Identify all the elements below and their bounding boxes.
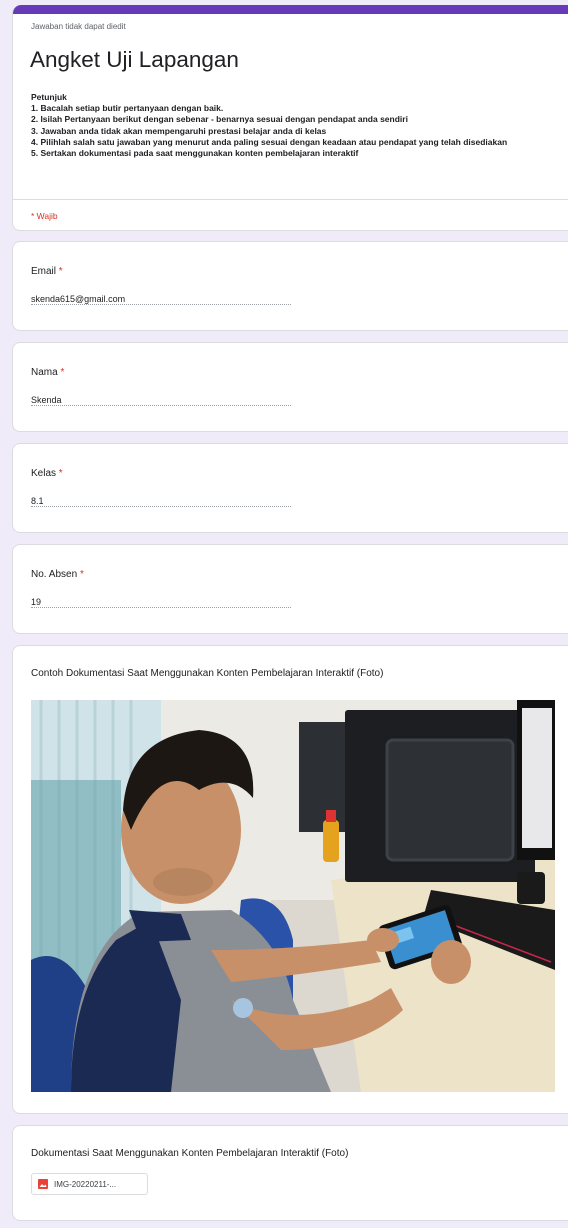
instruction-5: 5. Sertakan dokumentasi pada saat menggu… bbox=[31, 148, 359, 159]
required-asterisk: * bbox=[58, 468, 63, 479]
question-kelas: Kelas * 8.1 bbox=[12, 443, 568, 533]
form-header-card: Jawaban tidak dapat diedit Angket Uji La… bbox=[12, 5, 568, 231]
field-underline bbox=[31, 304, 291, 305]
email-field[interactable]: skenda615@gmail.com bbox=[31, 294, 125, 304]
attendance-number-field[interactable]: 19 bbox=[31, 597, 41, 607]
instruction-4: 4. Pilihlah salah satu jawaban yang menu… bbox=[31, 136, 508, 147]
question-label: No. Absen bbox=[31, 569, 78, 580]
question-nama: Nama * Skenda bbox=[12, 342, 568, 432]
description-title: Petunjuk bbox=[31, 92, 67, 102]
example-photo-label: Contoh Dokumentasi Saat Menggunakan Kont… bbox=[31, 668, 384, 679]
divider bbox=[13, 199, 568, 200]
class-field[interactable]: 8.1 bbox=[31, 496, 44, 506]
no-edit-notice: Jawaban tidak dapat diedit bbox=[31, 22, 126, 31]
uploaded-file-name: IMG-20220211-... bbox=[54, 1179, 117, 1189]
example-photo-illustration bbox=[31, 700, 555, 1092]
question-label: Kelas bbox=[31, 468, 57, 479]
field-underline bbox=[31, 405, 291, 406]
question-label: Email bbox=[31, 266, 57, 277]
accent-bar bbox=[13, 5, 568, 14]
field-underline bbox=[31, 506, 291, 507]
upload-question-label: Dokumentasi Saat Menggunakan Konten Pemb… bbox=[31, 1148, 349, 1159]
question-no-absen: No. Absen * 19 bbox=[12, 544, 568, 634]
field-underline bbox=[31, 607, 291, 608]
required-note: * Wajib bbox=[31, 211, 58, 221]
form-description: Petunjuk 1. Bacalah setiap butir pertany… bbox=[31, 92, 561, 159]
form-title: Angket Uji Lapangan bbox=[30, 47, 239, 72]
question-email: Email * skenda615@gmail.com bbox=[12, 241, 568, 331]
instruction-3: 3. Jawaban anda tidak akan mempengaruhi … bbox=[31, 125, 327, 136]
required-asterisk: * bbox=[60, 367, 65, 378]
example-photo-card: Contoh Dokumentasi Saat Menggunakan Kont… bbox=[12, 645, 568, 1114]
image-file-icon bbox=[38, 1179, 48, 1189]
required-asterisk: * bbox=[58, 266, 63, 277]
instruction-2: 2. Isilah Pertanyaan berikut dengan sebe… bbox=[31, 114, 408, 125]
example-photo bbox=[31, 700, 555, 1092]
instruction-1: 1. Bacalah setiap butir pertanyaan denga… bbox=[31, 103, 224, 114]
question-label: Nama bbox=[31, 367, 58, 378]
name-field[interactable]: Skenda bbox=[31, 395, 62, 405]
upload-question-card: Dokumentasi Saat Menggunakan Konten Pemb… bbox=[12, 1125, 568, 1221]
uploaded-file-chip[interactable]: IMG-20220211-... bbox=[31, 1173, 148, 1195]
required-asterisk: * bbox=[79, 569, 84, 580]
